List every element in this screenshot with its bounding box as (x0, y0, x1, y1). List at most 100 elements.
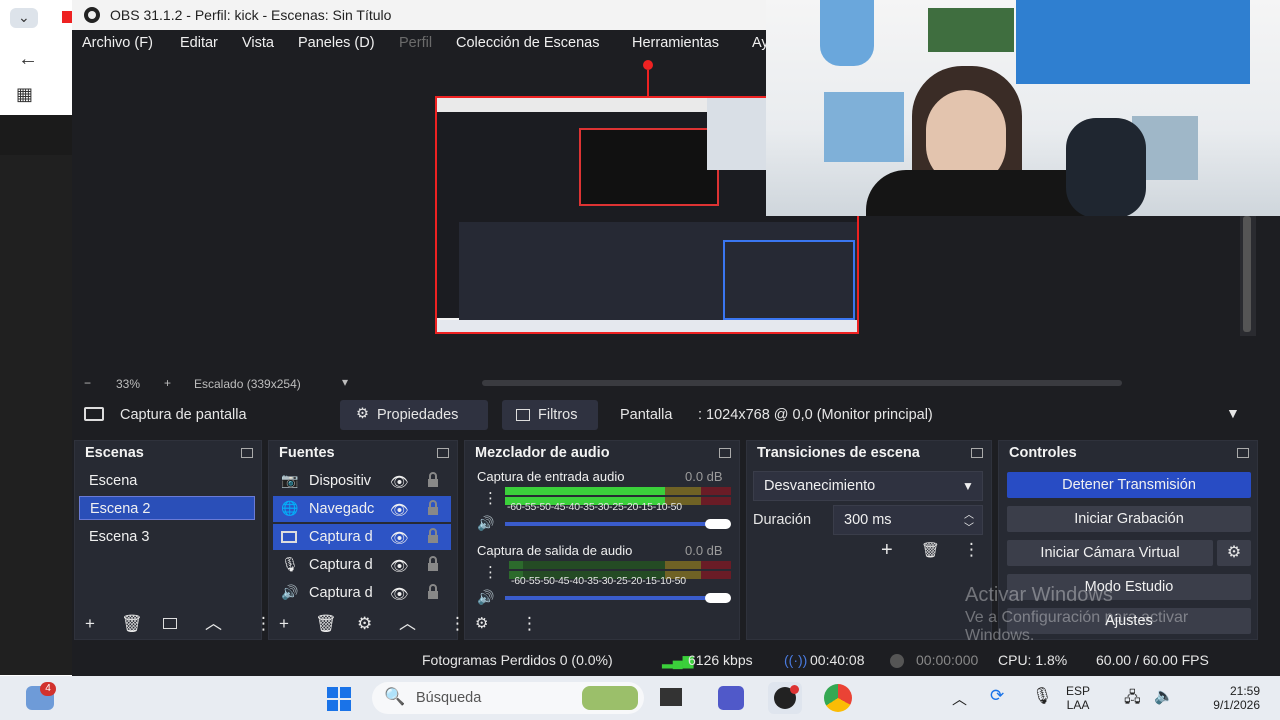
menu-file[interactable]: Archivo (F) (82, 35, 153, 51)
properties-label: Propiedades (377, 407, 459, 423)
scene-item[interactable]: Escena 3 (79, 525, 257, 549)
controls-title: Controles (1009, 445, 1077, 461)
menu-scene-collection[interactable]: Colección de Escenas (456, 35, 599, 51)
add-transition-button[interactable]: + (881, 539, 893, 562)
undock-icon[interactable] (971, 448, 983, 458)
speaker-icon[interactable]: 🔊 (477, 515, 494, 532)
meter-tick: -35 (583, 575, 599, 587)
eye-icon[interactable]: 👁 (390, 585, 409, 603)
source-item[interactable]: 📷 Dispositiv 👁 (273, 468, 451, 494)
trash-icon[interactable]: 🗑 (315, 615, 337, 632)
teams-icon[interactable] (718, 686, 744, 710)
scale-dropdown-icon[interactable]: ▾ (342, 375, 348, 389)
window-title: OBS 31.1.2 - Perfil: kick - Escenas: Sin… (110, 7, 392, 23)
apps-grid-icon[interactable]: ▦ (16, 84, 33, 105)
lock-icon[interactable] (427, 528, 439, 544)
back-arrow-icon[interactable]: ← (18, 48, 38, 71)
display-label: Pantalla (620, 407, 673, 423)
menu-view[interactable]: Vista (242, 35, 274, 51)
source-name: Navegadc (309, 501, 375, 517)
source-item-selected[interactable]: Captura d 👁 (273, 524, 451, 550)
preview-horizontal-scrollbar[interactable] (482, 380, 1122, 386)
network-icon[interactable]: 🖧 (1124, 687, 1141, 712)
eye-icon[interactable]: 👁 (390, 557, 409, 575)
record-time: 00:00:000 (916, 652, 979, 668)
speaker-icon[interactable]: 🔊 (477, 589, 494, 606)
poster-2 (824, 92, 904, 162)
volume-icon[interactable]: 🔈 (1154, 686, 1174, 706)
start-virtual-camera-button[interactable]: Iniciar Cámara Virtual (1007, 540, 1213, 566)
zoom-in-button[interactable]: + (164, 376, 171, 390)
eye-icon[interactable]: 👁 (390, 501, 409, 519)
advanced-audio-button[interactable]: ⚙ (475, 615, 488, 632)
move-up-button[interactable]: ︿ (399, 615, 416, 632)
file-explorer-icon[interactable] (660, 688, 682, 706)
source-item[interactable]: 🎙 Captura d 👁 (273, 552, 451, 578)
duration-stepper[interactable]: 300 ms ︿ ﹀ (833, 505, 983, 535)
virtual-camera-settings-button[interactable]: ⚙ (1217, 540, 1251, 566)
menu-docks[interactable]: Paneles (D) (298, 35, 375, 51)
taskbar-search[interactable]: 🔍 Búsqueda (372, 682, 644, 714)
undock-icon[interactable] (1237, 448, 1249, 458)
decrement-icon[interactable]: ﹀ (964, 519, 974, 534)
display-select[interactable]: : 1024x768 @ 0,0 (Monitor principal) ▼ (692, 400, 1258, 430)
trash-icon[interactable]: 🗑 (921, 541, 940, 559)
scene-item-selected[interactable]: Escena 2 (79, 496, 255, 520)
undock-icon[interactable] (241, 448, 253, 458)
lock-icon[interactable] (427, 556, 439, 572)
channel-menu-icon[interactable]: ⋮ (483, 489, 498, 507)
chevron-up-icon[interactable]: ︿ (952, 688, 967, 709)
eye-icon[interactable]: 👁 (390, 529, 409, 547)
menu-edit[interactable]: Editar (180, 35, 218, 51)
trash-icon[interactable]: 🗑 (121, 615, 143, 632)
monitor-icon (84, 407, 104, 421)
undock-icon[interactable] (437, 448, 449, 458)
move-up-button[interactable]: ︿ (205, 615, 222, 632)
preview-scrollbar[interactable] (1240, 216, 1256, 336)
undock-icon[interactable] (719, 448, 731, 458)
stop-stream-button[interactable]: Detener Transmisión (1007, 472, 1251, 498)
filters-button[interactable]: Filtros (502, 400, 598, 430)
filter-icon (516, 409, 530, 421)
volume-slider[interactable] (505, 522, 727, 526)
eye-icon[interactable]: 👁 (390, 473, 409, 491)
more-icon[interactable]: ⋮ (963, 540, 980, 560)
chrome-icon[interactable] (824, 684, 852, 712)
channel-menu-icon[interactable]: ⋮ (483, 563, 498, 581)
more-icon[interactable]: ⋮ (521, 615, 538, 632)
start-button[interactable] (326, 686, 352, 712)
scene-item[interactable]: Escena (79, 469, 257, 493)
filters-label: Filtros (538, 407, 578, 423)
rotate-handle[interactable] (643, 60, 653, 70)
lock-icon[interactable] (427, 500, 439, 516)
menu-tools[interactable]: Herramientas (632, 35, 719, 51)
keyboard-layout: LAA (1066, 698, 1090, 712)
add-source-button[interactable]: + (279, 615, 289, 632)
search-icon: 🔍 (384, 687, 406, 706)
audio-level-meter (509, 561, 731, 569)
microphone-icon[interactable]: 🎙 (1032, 686, 1052, 706)
lock-icon[interactable] (427, 472, 439, 488)
language-indicator[interactable]: ESP LAA (1066, 684, 1090, 712)
clock[interactable]: 21:59 9/1/2026 (1196, 684, 1260, 712)
browser-content (0, 155, 72, 675)
gear-icon[interactable]: ⚙ (357, 615, 372, 632)
sync-icon[interactable]: ⟳ (990, 686, 1004, 706)
menu-profile[interactable]: Perfil (399, 35, 432, 51)
add-scene-button[interactable]: + (85, 615, 95, 632)
browser-tab-dropdown[interactable]: ⌄ (10, 8, 38, 28)
volume-slider[interactable] (505, 596, 727, 600)
zoom-out-button[interactable]: − (84, 376, 91, 390)
meter-tick: -10 (652, 501, 668, 513)
volume-slider-handle[interactable] (705, 593, 731, 603)
properties-button[interactable]: ⚙ Propiedades (340, 400, 488, 430)
transition-select[interactable]: Desvanecimiento ▼ (753, 471, 983, 501)
start-recording-button[interactable]: Iniciar Grabación (1007, 506, 1251, 532)
lock-icon[interactable] (427, 584, 439, 600)
scene-filter-button[interactable] (163, 618, 177, 629)
gear-icon: ⚙ (1226, 544, 1242, 561)
source-item[interactable]: 🔊 Captura d 👁 (273, 580, 451, 606)
source-item-selected[interactable]: 🌐 Navegadc 👁 (273, 496, 451, 522)
volume-slider-handle[interactable] (705, 519, 731, 529)
obs-taskbar-button[interactable] (768, 682, 802, 714)
